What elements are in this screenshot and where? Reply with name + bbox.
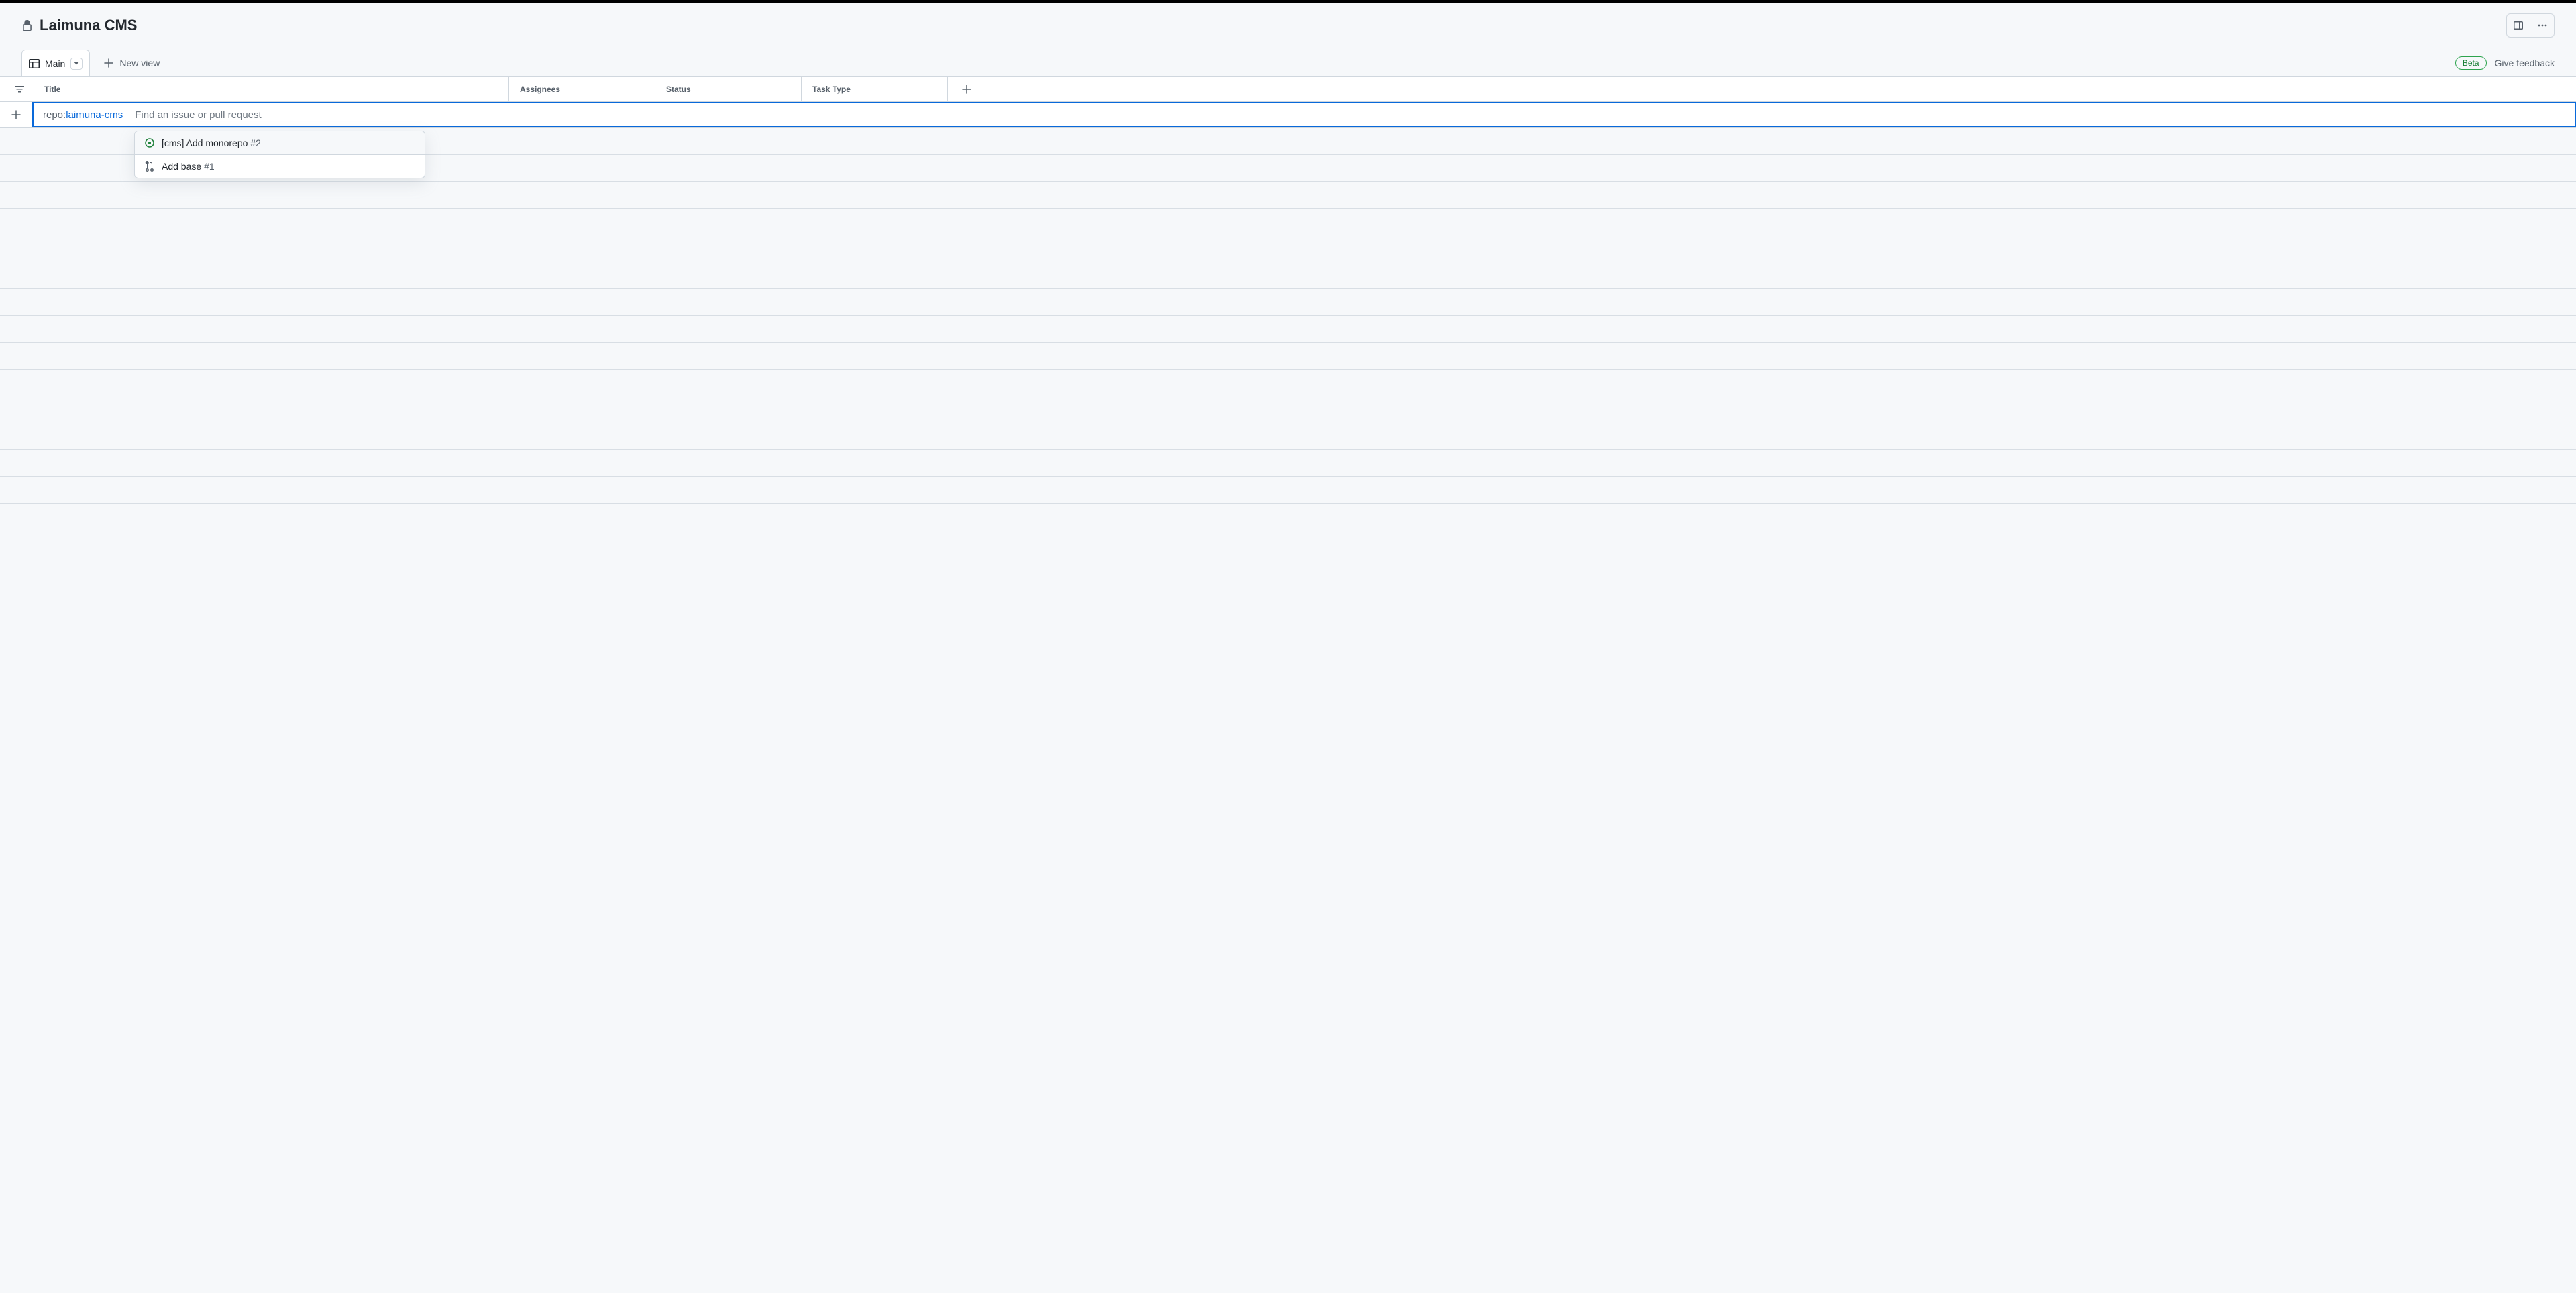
suggestion-text: Add base xyxy=(162,161,201,172)
suggestion-text: [cms] Add monorepo xyxy=(162,137,248,148)
add-column-button[interactable] xyxy=(947,77,2576,101)
column-header-tasktype[interactable]: Task Type xyxy=(801,77,947,101)
issue-open-icon xyxy=(144,137,155,148)
repo-filter-chip: repo:laimuna-cms xyxy=(43,109,123,121)
table-row xyxy=(0,477,2576,504)
toggle-panel-button[interactable] xyxy=(2507,14,2530,37)
suggestion-item[interactable]: [cms] Add monorepo #2 xyxy=(135,131,425,154)
table-row xyxy=(0,262,2576,289)
table-row xyxy=(0,182,2576,209)
lock-icon xyxy=(21,20,33,32)
table-row xyxy=(0,316,2576,343)
table-icon xyxy=(29,58,40,69)
suggestion-dropdown: [cms] Add monorepo #2 Add base #1 xyxy=(134,131,425,178)
table-row xyxy=(0,396,2576,423)
table-row xyxy=(0,343,2576,370)
search-placeholder: Find an issue or pull request xyxy=(135,109,261,121)
more-options-button[interactable] xyxy=(2530,14,2554,37)
beta-badge: Beta xyxy=(2455,56,2487,70)
table-row xyxy=(0,423,2576,450)
suggestion-number: #2 xyxy=(250,137,261,148)
column-header-assignees[interactable]: Assignees xyxy=(508,77,655,101)
table-row xyxy=(0,370,2576,396)
table-row xyxy=(0,235,2576,262)
tab-main[interactable]: Main xyxy=(21,50,90,76)
page-title: Laimuna CMS xyxy=(40,17,137,34)
tab-main-label: Main xyxy=(45,58,65,69)
table-row xyxy=(0,450,2576,477)
search-input[interactable]: repo:laimuna-cms Find an issue or pull r… xyxy=(32,102,2576,127)
add-item-button[interactable] xyxy=(0,102,32,127)
plus-icon xyxy=(103,58,114,68)
tab-dropdown[interactable] xyxy=(70,58,83,70)
table-row xyxy=(0,209,2576,235)
suggestion-number: #1 xyxy=(204,161,215,172)
filter-button[interactable] xyxy=(0,77,39,101)
suggestion-item[interactable]: Add base #1 xyxy=(135,154,425,178)
new-view-button[interactable]: New view xyxy=(101,52,162,74)
new-view-label: New view xyxy=(119,58,160,68)
table-row xyxy=(0,289,2576,316)
table-header: Title Assignees Status Task Type xyxy=(0,76,2576,102)
column-header-status[interactable]: Status xyxy=(655,77,801,101)
column-header-title[interactable]: Title xyxy=(39,77,508,101)
git-pull-request-icon xyxy=(144,161,155,172)
give-feedback-link[interactable]: Give feedback xyxy=(2495,58,2555,68)
